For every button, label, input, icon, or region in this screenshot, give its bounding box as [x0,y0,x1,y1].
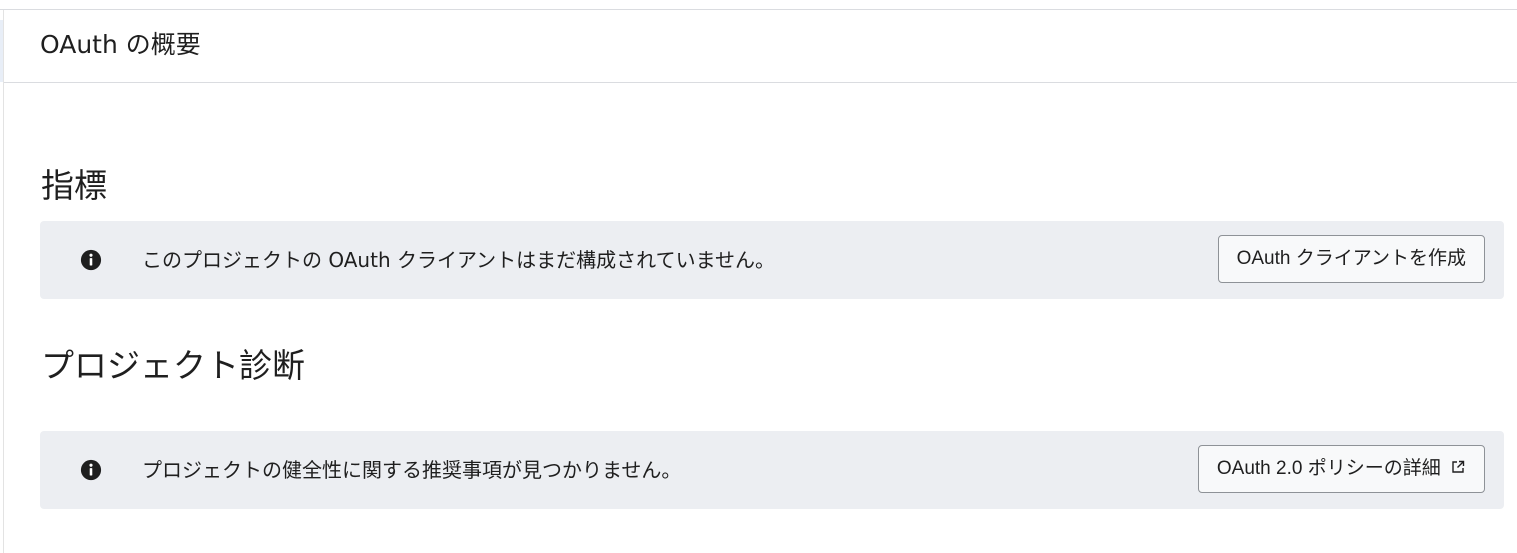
create-oauth-client-button-label: OAuth クライアントを作成 [1236,248,1466,269]
oauth-policy-details-button-label: OAuth 2.0 ポリシーの詳細 [1216,458,1441,479]
top-border [0,0,1517,10]
page-header: OAuth の概要 [4,10,1517,83]
left-rail-accent [0,20,3,82]
metrics-message: このプロジェクトの OAuth クライアントはまだ構成されていません。 [142,248,775,272]
metrics-info-banner: このプロジェクトの OAuth クライアントはまだ構成されていません。 OAut… [40,221,1504,299]
metrics-section-title: 指標 [41,166,107,205]
diagnostics-info-banner: プロジェクトの健全性に関する推奨事項が見つかりません。 OAuth 2.0 ポリ… [40,431,1504,509]
diagnostics-section-title: プロジェクト診断 [41,346,305,385]
left-rail [0,10,4,553]
info-icon [80,459,102,481]
info-icon [80,249,102,271]
page-title: OAuth の概要 [40,30,201,59]
oauth-policy-details-button[interactable]: OAuth 2.0 ポリシーの詳細 [1197,445,1485,493]
diagnostics-message: プロジェクトの健全性に関する推奨事項が見つかりません。 [142,458,682,482]
create-oauth-client-button[interactable]: OAuth クライアントを作成 [1217,235,1485,283]
external-link-icon [1452,460,1465,473]
